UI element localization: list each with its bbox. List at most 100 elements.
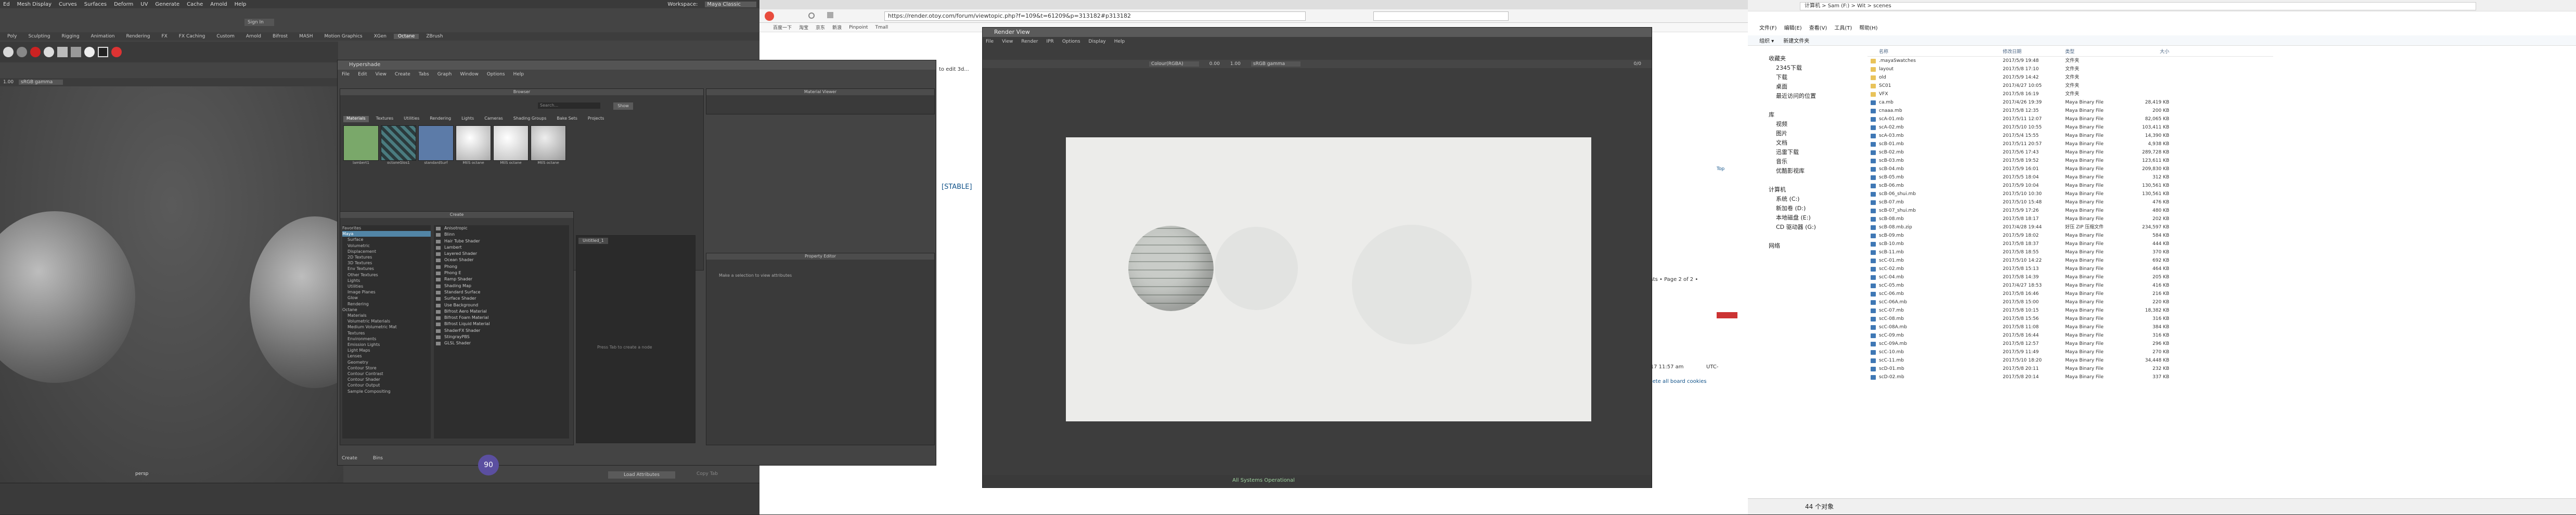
menu-item[interactable]: Window	[460, 72, 479, 79]
shelf-tab[interactable]: Arnold	[242, 34, 265, 39]
nav-item[interactable]: 收藏夹	[1769, 54, 1862, 63]
tree-item[interactable]: Image Planes	[342, 289, 431, 295]
file-row[interactable]: scB-09.mb 2017/5/9 18:02 Maya Binary File 5…	[1867, 231, 2273, 240]
tree-item[interactable]: Sample Compositing	[342, 389, 431, 394]
render-canvas[interactable]	[1066, 137, 1591, 421]
nav-item[interactable]: 文档	[1769, 138, 1862, 148]
menu-item[interactable]: Create	[395, 72, 410, 79]
file-row[interactable]: ca.mb 2017/4/26 19:39 Maya Binary File 28,4…	[1867, 98, 2273, 107]
material-swatch[interactable]: octaneGlos1	[381, 125, 416, 165]
tab-cameras[interactable]: Cameras	[481, 116, 506, 122]
menu-item[interactable]: Ed	[3, 2, 10, 7]
nav-item[interactable]: 最近访问的位置	[1769, 92, 1862, 101]
column-header-size[interactable]: 大小	[2128, 48, 2169, 56]
tree-item[interactable]: Lenses	[342, 353, 431, 359]
new-folder-button[interactable]: 新建文件夹	[1783, 36, 1809, 44]
copy-tab-button[interactable]: Copy Tab	[697, 471, 718, 477]
load-attributes-button[interactable]: Load Attributes	[608, 471, 675, 479]
shader-item[interactable]: Use Background	[434, 302, 569, 308]
bookmark-item[interactable]: 百度一下	[773, 24, 792, 31]
browser-search-input[interactable]	[1373, 11, 1509, 21]
menu-item[interactable]: 帮助(H)	[1859, 23, 1877, 31]
shader-item[interactable]: Bifrost Foam Material	[434, 315, 569, 321]
red-button[interactable]	[1717, 312, 1737, 318]
menu-item[interactable]: 文件(F)	[1759, 23, 1777, 31]
shader-item[interactable]: ShaderFX Shader	[434, 328, 569, 334]
frame-value[interactable]: 1.00	[3, 80, 14, 85]
shelf-tab[interactable]: Rigging	[57, 34, 83, 39]
shelf-tab[interactable]: Bifrost	[268, 34, 292, 39]
nav-item[interactable]: 库	[1769, 110, 1862, 120]
shader-item[interactable]: Surface Shader	[434, 295, 569, 302]
menu-item[interactable]: File	[986, 39, 994, 47]
file-row[interactable]: scB-08.mb 2017/5/8 18:17 Maya Binary File 2…	[1867, 215, 2273, 223]
menu-item[interactable]: Help	[513, 72, 524, 79]
tab-bins[interactable]: Bins	[373, 456, 383, 461]
file-row[interactable]: scB-05.mb 2017/5/5 18:04 Maya Binary File 3…	[1867, 173, 2273, 182]
nav-item[interactable]: 新加卷 (D:)	[1769, 204, 1862, 213]
menu-item[interactable]: Cache	[187, 2, 203, 7]
nav-item[interactable]: 优酷影视库	[1769, 166, 1862, 176]
file-row[interactable]: scC-09A.mb 2017/5/8 12:57 Maya Binary File…	[1867, 340, 2273, 348]
file-row[interactable]: scB-04.mb 2017/5/9 16:01 Maya Binary File 2…	[1867, 165, 2273, 173]
organize-button[interactable]: 组织 ▾	[1759, 36, 1774, 44]
shader-item[interactable]: Ocean Shader	[434, 257, 569, 263]
menu-item[interactable]: 工具(T)	[1834, 23, 1852, 31]
tree-item[interactable]: 3D Textures	[342, 260, 431, 266]
tab-materials[interactable]: Materials	[343, 116, 369, 122]
file-row[interactable]: scC-01.mb 2017/5/10 14:22 Maya Binary File…	[1867, 256, 2273, 265]
tab-rendering[interactable]: Rendering	[427, 116, 455, 122]
home-icon[interactable]	[827, 12, 833, 18]
shader-item[interactable]: Bifrost Aero Material	[434, 308, 569, 315]
shelf-tab[interactable]: Sculpting	[24, 34, 54, 39]
workspace-select[interactable]: Maya Classic	[705, 1, 756, 7]
shader-item[interactable]: Phong	[434, 264, 569, 270]
shelf-tab-active[interactable]: Octane	[393, 34, 419, 39]
viewport-gamma-select[interactable]: sRGB gamma	[19, 80, 63, 85]
bookmark-item[interactable]: Tmall	[875, 25, 888, 30]
shelf-tab[interactable]: FX Caching	[175, 34, 210, 39]
shelf-tab[interactable]: Animation	[87, 34, 119, 39]
nav-item[interactable]: 系统 (C:)	[1769, 195, 1862, 204]
maya-viewport[interactable]: persp	[0, 86, 380, 483]
tree-item[interactable]: Light Maps	[342, 347, 431, 353]
tree-item[interactable]: Contour Shader	[342, 377, 431, 382]
back-to-top-link[interactable]: Top	[1717, 166, 1724, 172]
file-row[interactable]: scC-11.mb 2017/5/10 18:20 Maya Binary File…	[1867, 356, 2273, 365]
shader-item[interactable]: Standard Surface	[434, 289, 569, 295]
tree-item[interactable]: Rendering	[342, 301, 431, 307]
folder-row[interactable]: .mayaSwatches 2017/5/9 19:48 文件夹	[1867, 57, 2273, 65]
menu-item[interactable]: UV	[140, 2, 148, 7]
tree-item[interactable]: Environments	[342, 336, 431, 342]
workspace-tab[interactable]: Untitled_1	[578, 238, 608, 244]
tab-projects[interactable]: Projects	[584, 116, 608, 122]
tree-item[interactable]: 2D Textures	[342, 254, 431, 260]
menu-item[interactable]: Generate	[155, 2, 179, 7]
tree-item[interactable]: Surface	[342, 237, 431, 242]
material-swatch[interactable]: standardSurf	[418, 125, 454, 165]
nav-item[interactable]: 2345下载	[1769, 63, 1862, 73]
menu-item[interactable]: Edit	[358, 72, 367, 79]
shader-item[interactable]: Phong E	[434, 270, 569, 276]
shader-item[interactable]: Bifrost Liquid Material	[434, 321, 569, 327]
folder-row[interactable]: layout 2017/5/8 17:10 文件夹	[1867, 65, 2273, 73]
file-row[interactable]: scC-10.mb 2017/5/9 11:49 Maya Binary File 2…	[1867, 348, 2273, 356]
shelf-tab[interactable]: Poly	[3, 34, 21, 39]
menu-item[interactable]: Mesh Display	[17, 2, 51, 7]
file-row[interactable]: scB-02.mb 2017/5/6 17:43 Maya Binary File 2…	[1867, 148, 2273, 157]
tree-item[interactable]: Displacement	[342, 249, 431, 254]
channel-select[interactable]: Colour(RGBA)	[1149, 61, 1199, 67]
shader-item[interactable]: Lambert	[434, 244, 569, 251]
material-swatch[interactable]: MtlS octane	[531, 125, 566, 165]
delete-cookies-link[interactable]: Delete all board cookies	[1644, 379, 1707, 384]
file-row[interactable]: scC-06.mb 2017/5/8 16:46 Maya Binary File 2…	[1867, 290, 2273, 298]
material-icon[interactable]	[17, 47, 27, 57]
camera-icon[interactable]	[57, 47, 68, 57]
nav-item[interactable]: 视频	[1769, 120, 1862, 129]
file-row[interactable]: scB-03.mb 2017/5/8 19:52 Maya Binary File 1…	[1867, 157, 2273, 165]
bookmark-item[interactable]: Pinpoint	[849, 25, 868, 30]
menu-item[interactable]: Graph	[437, 72, 452, 79]
tree-item[interactable]: Lights	[342, 278, 431, 284]
bookmark-item[interactable]: 新浪	[832, 24, 842, 31]
tab-utilities[interactable]: Utilities	[401, 116, 423, 122]
